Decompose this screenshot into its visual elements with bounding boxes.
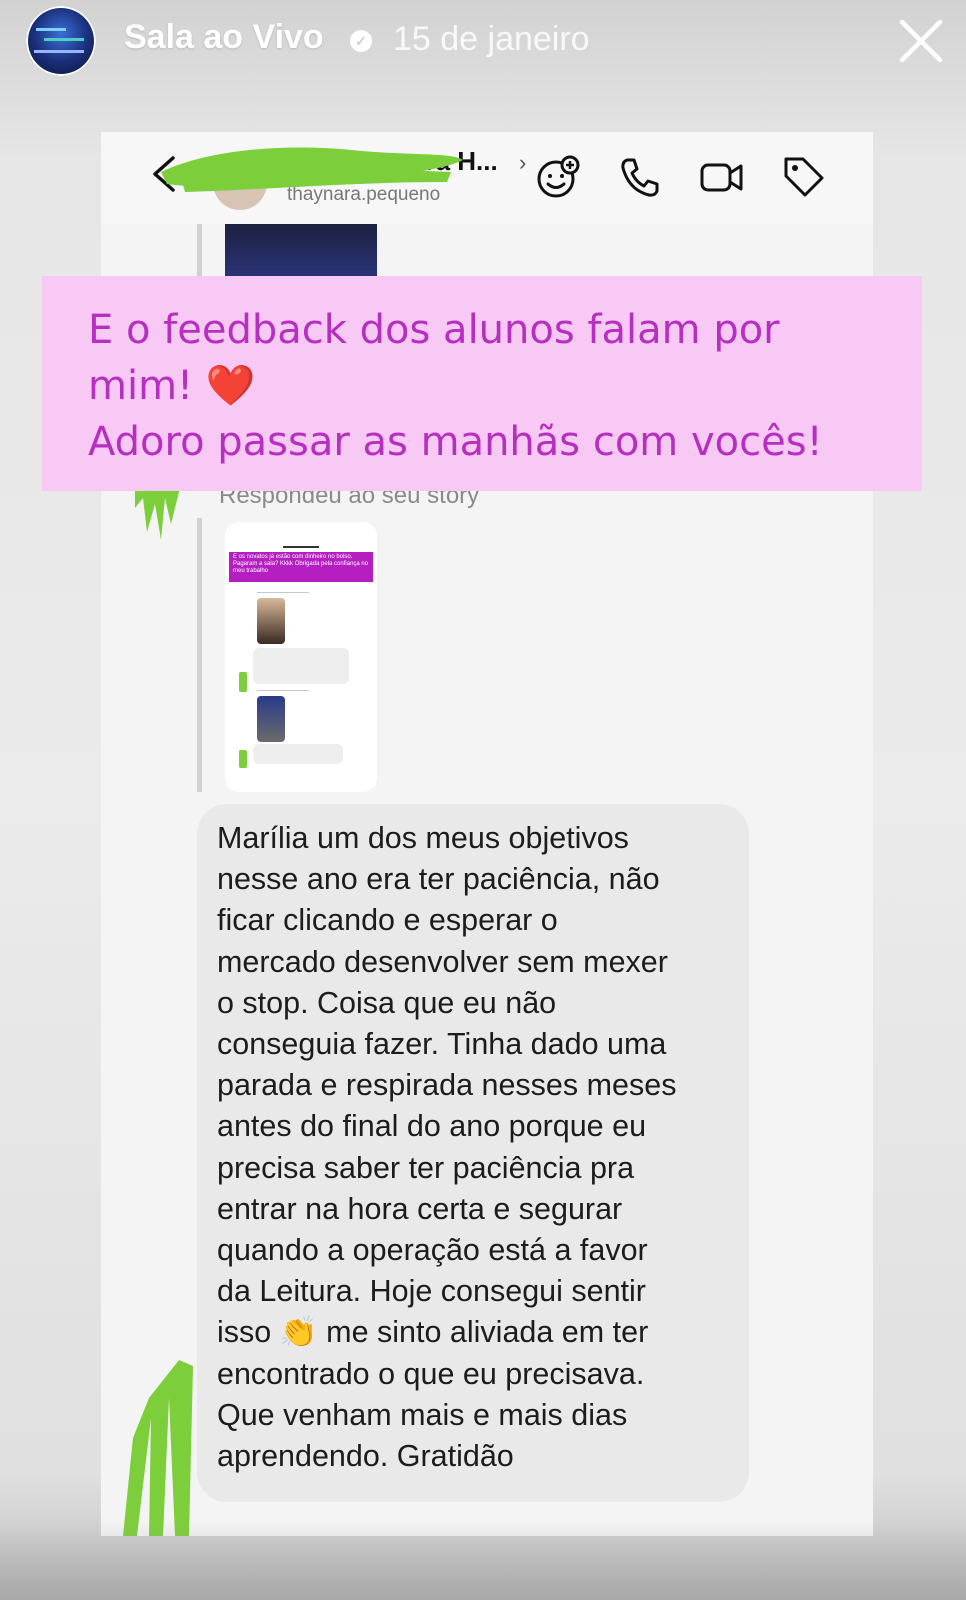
redaction-scribble xyxy=(123,1360,193,1536)
close-icon[interactable] xyxy=(896,16,946,66)
phone-icon[interactable] xyxy=(617,154,663,200)
preview-photo xyxy=(257,598,285,644)
preview-replied-label xyxy=(257,592,309,593)
caption-line-3: Adoro passar as manhãs com vocês! xyxy=(88,419,823,465)
thread-divider xyxy=(197,518,202,792)
preview-photo xyxy=(257,696,285,742)
chat-header: ara H... › thaynara.pequeno xyxy=(101,132,873,224)
preview-message xyxy=(253,744,343,764)
sticker-icon[interactable] xyxy=(535,154,581,200)
preview-replied-label xyxy=(257,690,309,691)
verified-badge-icon: ✓ xyxy=(350,30,372,52)
account-name[interactable]: Sala ao Vivo xyxy=(124,18,324,57)
preview-scribble xyxy=(239,750,247,768)
heart-icon: ❤️ xyxy=(205,363,256,409)
video-icon[interactable] xyxy=(699,154,745,200)
message-text: Marília um dos meus objetivos nesse ano … xyxy=(217,821,677,1474)
avatar-graphic xyxy=(34,50,84,53)
chevron-right-icon: › xyxy=(519,150,527,175)
message-bubble[interactable]: Marília um dos meus objetivos nesse ano … xyxy=(197,804,749,1502)
story-header: Sala ao Vivo ✓ 15 de janeiro xyxy=(0,0,966,90)
preview-scribble xyxy=(239,672,247,692)
preview-message xyxy=(253,648,349,684)
caption-line-1: E o feedback dos alunos falam por xyxy=(88,307,780,353)
redaction-scribble xyxy=(161,147,463,192)
preview-bar xyxy=(283,546,319,548)
shared-story-thumbnail[interactable] xyxy=(225,224,377,276)
avatar-graphic xyxy=(36,28,66,31)
avatar-graphic xyxy=(44,38,84,41)
story-preview[interactable]: E os novatos já estão com dinheiro no bo… xyxy=(225,522,377,792)
story-date: 15 de janeiro xyxy=(393,20,590,58)
bottom-gradient xyxy=(0,1520,966,1600)
caption-text: E o feedback dos alunos falam por mim! ❤… xyxy=(88,302,882,470)
story-caption: E o feedback dos alunos falam por mim! ❤… xyxy=(42,276,922,491)
caption-line-2: mim! xyxy=(88,363,206,409)
preview-banner: E os novatos já estão com dinheiro no bo… xyxy=(229,552,373,582)
tag-icon[interactable] xyxy=(781,154,827,200)
account-avatar[interactable] xyxy=(26,6,96,76)
